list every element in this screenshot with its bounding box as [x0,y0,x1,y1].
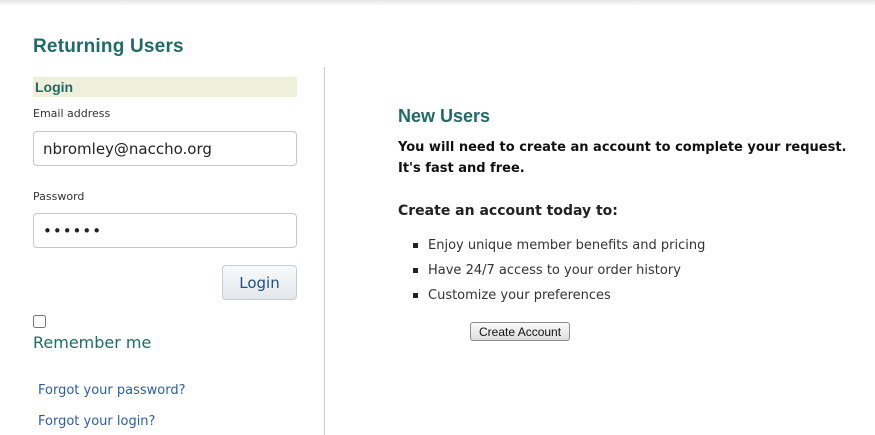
password-field[interactable] [33,213,297,248]
benefit-item: Have 24/7 access to your order history [413,261,705,286]
bullet-icon [413,243,418,248]
returning-users-title: Returning Users [33,36,184,57]
login-section-header: Login [33,77,297,97]
bullet-icon [413,293,418,298]
email-field[interactable] [33,131,297,166]
bullet-icon [413,268,418,273]
login-panel: Login Email address Password Login Remem… [33,77,297,429]
remember-me-checkbox[interactable] [33,315,46,328]
column-divider [324,67,325,435]
remember-me-label[interactable]: Remember me [33,333,151,352]
login-button[interactable]: Login [222,265,297,300]
create-account-button[interactable]: Create Account [470,322,571,341]
benefit-text: Have 24/7 access to your order history [428,263,681,278]
benefit-item: Enjoy unique member benefits and pricing [413,236,705,261]
benefits-list: Enjoy unique member benefits and pricing… [413,236,705,311]
intro-line-2: It's fast and free. [398,161,525,176]
benefit-text: Enjoy unique member benefits and pricing [428,238,706,253]
new-users-intro: You will need to create an account to co… [398,137,875,179]
new-users-title: New Users [398,106,491,126]
password-label: Password [33,190,85,203]
forgot-password-link[interactable]: Forgot your password? [38,383,186,398]
intro-line-1: You will need to create an account to co… [398,140,847,155]
top-border [0,0,875,6]
forgot-login-link[interactable]: Forgot your login? [38,414,155,429]
create-account-heading: Create an account today to: [398,203,618,219]
email-label: Email address [33,107,111,120]
benefit-text: Customize your preferences [428,288,611,303]
benefit-item: Customize your preferences [413,286,705,311]
